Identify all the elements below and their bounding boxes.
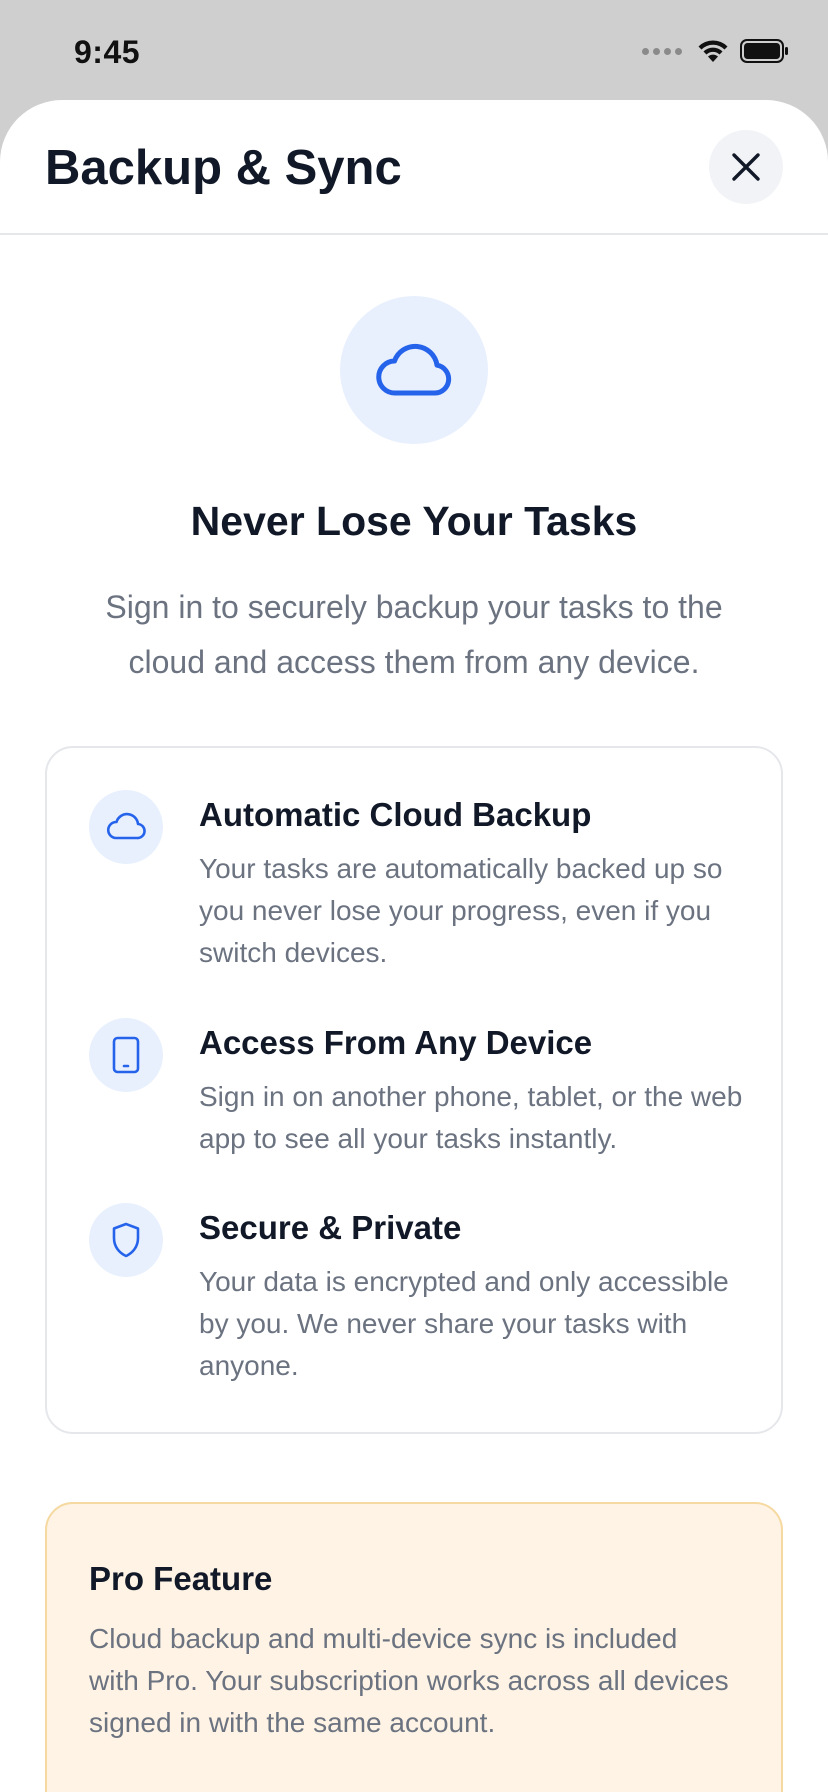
sheet-header: Backup & Sync [0, 100, 828, 235]
close-button[interactable] [709, 130, 783, 204]
wifi-icon [698, 40, 728, 62]
feature-description: Your tasks are automatically backed up s… [199, 853, 723, 968]
cellular-signal-icon [642, 47, 682, 55]
status-icons [642, 38, 790, 64]
battery-icon [740, 39, 788, 63]
status-time: 9:45 [74, 34, 141, 70]
sheet-title: Backup & Sync [45, 141, 402, 195]
hero-subtitle: Sign in to securely backup your tasks to… [105, 589, 723, 680]
pro-card-description: Cloud backup and multi-device sync is in… [89, 1623, 729, 1738]
hero-title: Never Lose Your Tasks [190, 498, 638, 544]
cloud-icon [106, 812, 146, 840]
feature-title: Secure & Private [199, 1209, 462, 1246]
feature-title: Automatic Cloud Backup [199, 796, 592, 833]
features-card: Automatic Cloud Backup Your tasks are au… [45, 746, 783, 1434]
feature-icon-badge [89, 790, 163, 864]
feature-icon-badge [89, 1203, 163, 1277]
shield-icon [112, 1222, 140, 1258]
cloud-icon [376, 343, 452, 396]
feature-description: Sign in on another phone, tablet, or the… [199, 1081, 743, 1154]
feature-icon-badge [89, 1018, 163, 1092]
pro-feature-card: Pro Feature Cloud backup and multi-devic… [45, 1502, 783, 1792]
feature-description: Your data is encrypted and only accessib… [199, 1266, 729, 1381]
close-icon [732, 153, 760, 181]
status-bar: 9:45 [0, 0, 828, 100]
pro-card-title: Pro Feature [89, 1560, 273, 1597]
backup-sync-sheet: Backup & Sync Never Lose Your Tasks Sign… [0, 100, 828, 1792]
hero-cloud-badge [340, 296, 488, 444]
tablet-icon [112, 1036, 140, 1074]
feature-title: Access From Any Device [199, 1024, 593, 1061]
